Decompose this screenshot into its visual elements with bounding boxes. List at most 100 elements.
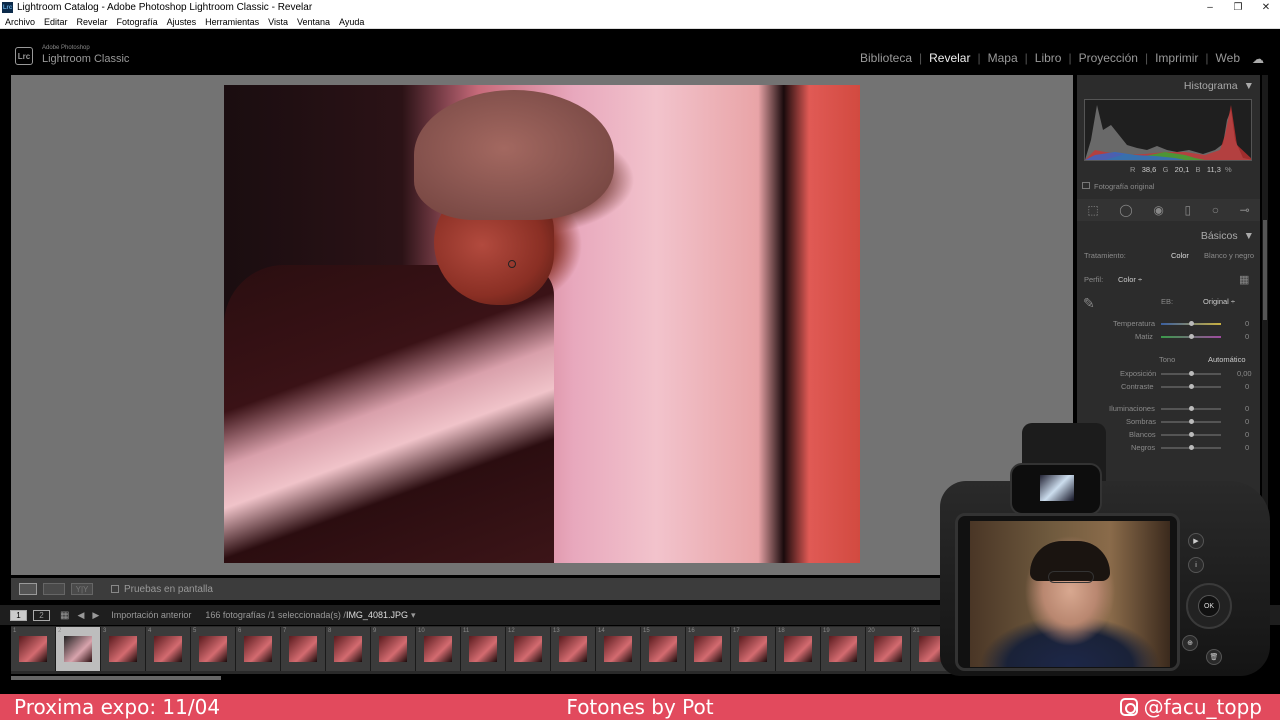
- menu-vista[interactable]: Vista: [268, 17, 288, 27]
- collapse-triangle-icon[interactable]: ▼: [1244, 230, 1254, 242]
- module-revelar[interactable]: Revelar: [929, 51, 970, 65]
- module-web[interactable]: Web: [1216, 51, 1240, 65]
- thumbnail-image: [649, 636, 677, 662]
- menu-archivo[interactable]: Archivo: [5, 17, 35, 27]
- thumbnail-image: [64, 636, 92, 662]
- exposure-slider[interactable]: [1161, 371, 1221, 376]
- loupe-view-button[interactable]: [19, 583, 37, 595]
- treatment-bw-button[interactable]: Blanco y negro: [1204, 251, 1254, 260]
- spot-removal-icon[interactable]: ◯: [1119, 203, 1132, 217]
- menu-ayuda[interactable]: Ayuda: [339, 17, 364, 27]
- filmstrip-thumbnail[interactable]: 8: [326, 627, 371, 671]
- module-imprimir[interactable]: Imprimir: [1155, 51, 1198, 65]
- source-label[interactable]: Importación anterior: [111, 610, 191, 620]
- webcam-feed: [970, 521, 1170, 667]
- develop-toolbar: Y|Y Pruebas en pantalla: [11, 578, 1073, 600]
- menu-ventana[interactable]: Ventana: [297, 17, 330, 27]
- second-window-button[interactable]: 2: [33, 609, 50, 621]
- filmstrip-thumbnail[interactable]: 3: [101, 627, 146, 671]
- filmstrip-thumbnail[interactable]: 20: [866, 627, 911, 671]
- tint-value[interactable]: 0: [1245, 332, 1249, 341]
- thumbnail-index: 14: [598, 628, 605, 634]
- wb-eyedropper-icon[interactable]: ✎: [1083, 295, 1095, 312]
- thumbnail-image: [244, 636, 272, 662]
- filmstrip-thumbnail[interactable]: 12: [506, 627, 551, 671]
- radial-filter-icon[interactable]: ○: [1212, 203, 1219, 217]
- thumbnail-index: 19: [823, 628, 830, 634]
- profile-browser-icon[interactable]: ▦: [1239, 273, 1249, 286]
- menu-fotografia[interactable]: Fotografía: [117, 17, 158, 27]
- red-eye-icon[interactable]: ◉: [1153, 203, 1163, 217]
- filmstrip-thumbnail[interactable]: 2: [56, 627, 101, 671]
- menu-revelar[interactable]: Revelar: [77, 17, 108, 27]
- tint-slider[interactable]: [1161, 334, 1221, 339]
- filmstrip-thumbnail[interactable]: 9: [371, 627, 416, 671]
- main-photo[interactable]: [224, 85, 860, 563]
- compare-button[interactable]: Y|Y: [71, 583, 93, 595]
- cloud-sync-icon[interactable]: ☁: [1252, 52, 1268, 66]
- filmstrip-thumbnail[interactable]: 4: [146, 627, 191, 671]
- minimize-button[interactable]: –: [1196, 0, 1224, 15]
- exposure-value[interactable]: 0,00: [1237, 369, 1252, 378]
- crop-tool-icon[interactable]: ⬚: [1087, 203, 1098, 217]
- temperature-value[interactable]: 0: [1245, 319, 1249, 328]
- camera-ok-button-icon: OK: [1198, 595, 1220, 617]
- filmstrip-thumbnail[interactable]: 15: [641, 627, 686, 671]
- original-photo-checkbox[interactable]: [1082, 182, 1090, 189]
- highlights-slider[interactable]: [1161, 406, 1221, 411]
- camera-play-button-icon: ▶: [1188, 533, 1204, 549]
- original-photo-label: Fotografía original: [1094, 182, 1155, 191]
- main-window-button[interactable]: 1: [10, 609, 27, 621]
- filename-dropdown-icon[interactable]: ▾: [411, 610, 416, 621]
- maximize-button[interactable]: ❐: [1224, 0, 1252, 15]
- contrast-value[interactable]: 0: [1245, 382, 1249, 391]
- filmstrip-scrollbar[interactable]: [11, 676, 221, 680]
- before-after-button[interactable]: [43, 583, 65, 595]
- forward-arrow-icon[interactable]: ▶: [92, 610, 99, 621]
- profile-dropdown[interactable]: Color ÷: [1118, 275, 1142, 284]
- thumbnail-image: [424, 636, 452, 662]
- treatment-color-button[interactable]: Color: [1171, 251, 1189, 260]
- module-picker: Biblioteca | Revelar | Mapa | Libro | Proyec…: [859, 51, 1240, 65]
- module-biblioteca[interactable]: Biblioteca: [860, 51, 912, 65]
- grid-icon[interactable]: ▦: [60, 610, 69, 621]
- menu-herramientas[interactable]: Herramientas: [205, 17, 259, 27]
- filmstrip-thumbnail[interactable]: 11: [461, 627, 506, 671]
- menu-ajustes[interactable]: Ajustes: [167, 17, 197, 27]
- soft-proof-checkbox[interactable]: [111, 585, 119, 593]
- contrast-slider[interactable]: [1161, 384, 1221, 389]
- filmstrip-thumbnail[interactable]: 1: [11, 627, 56, 671]
- wb-dropdown[interactable]: Original ÷: [1203, 297, 1235, 306]
- back-arrow-icon[interactable]: ◀: [77, 610, 84, 621]
- filmstrip-thumbnail[interactable]: 14: [596, 627, 641, 671]
- filmstrip-thumbnail[interactable]: 19: [821, 627, 866, 671]
- camera-webcam-overlay: ▶ i OK ⊕ 🗑: [930, 423, 1270, 685]
- basic-header[interactable]: Básicos ▼: [1077, 227, 1260, 245]
- close-button[interactable]: ✕: [1252, 0, 1280, 15]
- module-proyeccion[interactable]: Proyección: [1079, 51, 1138, 65]
- collapse-triangle-icon[interactable]: ▼: [1244, 80, 1254, 92]
- thumbnail-image: [694, 636, 722, 662]
- graduated-filter-icon[interactable]: ▯: [1184, 203, 1191, 217]
- histogram-header[interactable]: Histograma ▼: [1077, 77, 1260, 95]
- filmstrip-thumbnail[interactable]: 10: [416, 627, 461, 671]
- filmstrip-thumbnail[interactable]: 5: [191, 627, 236, 671]
- brush-tool-icon[interactable]: ⊸: [1240, 203, 1250, 217]
- filmstrip[interactable]: 1 2 3 4 5 6 7 8 9 10 11 12 13 14 15 16 17 18 19 20 21: [11, 626, 1011, 674]
- temperature-slider[interactable]: [1161, 321, 1221, 326]
- filmstrip-thumbnail[interactable]: 17: [731, 627, 776, 671]
- auto-tone-button[interactable]: Automático: [1208, 355, 1246, 364]
- filmstrip-thumbnail[interactable]: 6: [236, 627, 281, 671]
- filmstrip-thumbnail[interactable]: 16: [686, 627, 731, 671]
- filmstrip-thumbnail[interactable]: 13: [551, 627, 596, 671]
- module-libro[interactable]: Libro: [1035, 51, 1062, 65]
- menu-editar[interactable]: Editar: [44, 17, 68, 27]
- highlights-value[interactable]: 0: [1245, 404, 1249, 413]
- filmstrip-thumbnail[interactable]: 18: [776, 627, 821, 671]
- window-title: Lightroom Catalog - Adobe Photoshop Ligh…: [17, 2, 313, 13]
- histogram-graph[interactable]: [1084, 99, 1252, 161]
- module-mapa[interactable]: Mapa: [988, 51, 1018, 65]
- filmstrip-thumbnail[interactable]: 7: [281, 627, 326, 671]
- thumbnail-image: [379, 636, 407, 662]
- current-filename[interactable]: IMG_4081.JPG: [346, 610, 408, 620]
